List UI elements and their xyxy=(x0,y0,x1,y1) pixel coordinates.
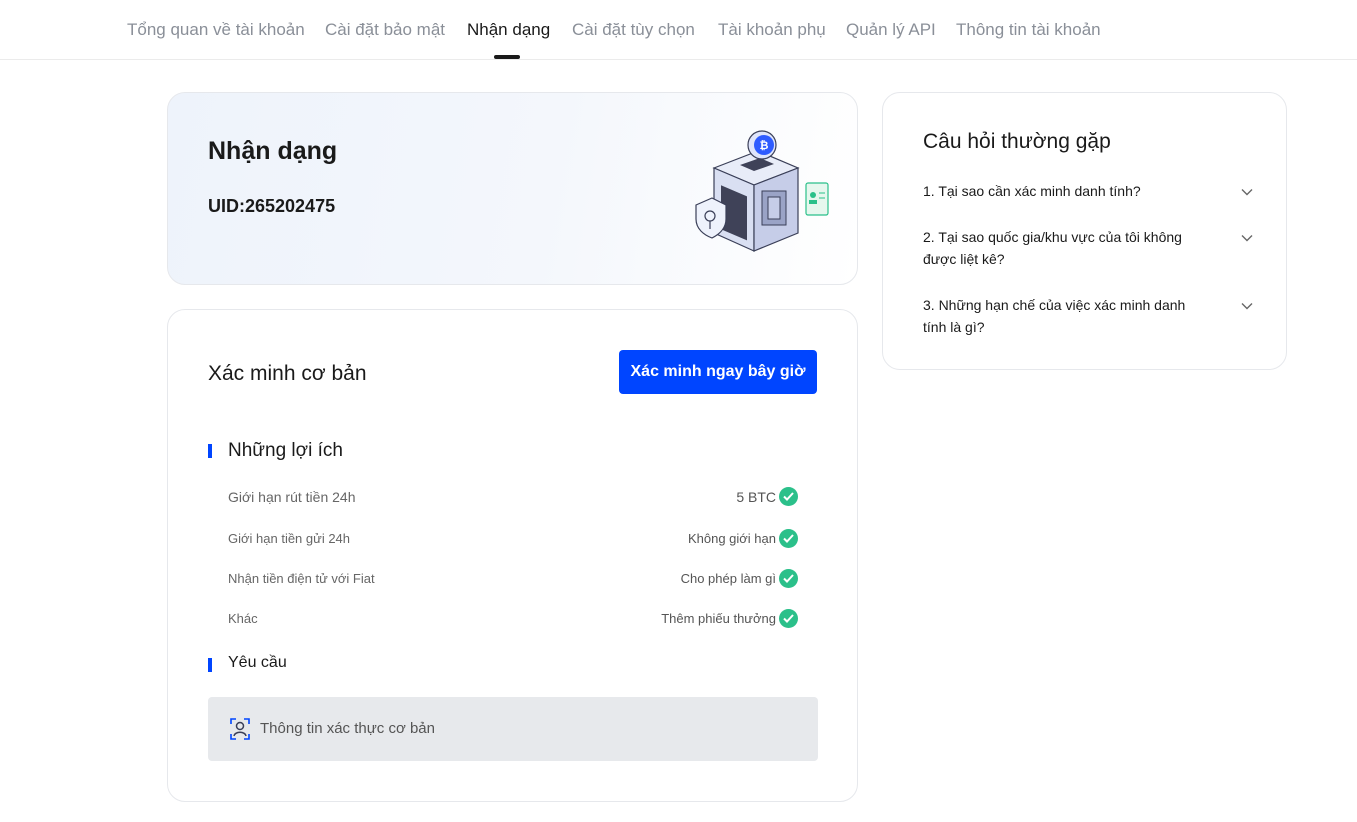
chevron-down-icon[interactable] xyxy=(1241,188,1253,196)
benefit-label: Nhận tiền điện tử với Fiat xyxy=(228,571,375,586)
tab-api-management[interactable]: Quản lý API xyxy=(846,20,936,40)
section-accent-bar xyxy=(208,658,212,672)
chevron-down-icon[interactable] xyxy=(1241,302,1253,310)
section-accent-bar xyxy=(208,444,212,458)
page-title: Nhận dạng xyxy=(208,137,338,165)
requirement-label: Thông tin xác thực cơ bản xyxy=(260,720,435,737)
benefit-value: Thêm phiếu thưởng xyxy=(661,611,776,626)
identity-header-card: Nhận dạng UID:265202475 ₿ xyxy=(167,92,858,285)
chevron-down-icon[interactable] xyxy=(1241,234,1253,242)
active-tab-indicator xyxy=(494,55,520,59)
faq-question: 3. Những hạn chế của việc xác minh danh … xyxy=(923,297,1186,335)
benefits-heading: Những lợi ích xyxy=(208,440,508,464)
basic-verification-card: Xác minh cơ bản Xác minh ngay bây giờ Nh… xyxy=(167,309,858,802)
check-icon xyxy=(779,529,798,548)
verification-title: Xác minh cơ bản xyxy=(208,362,367,385)
face-scan-icon xyxy=(230,718,250,740)
benefit-row: Nhận tiền điện tử với Fiat Cho phép làm … xyxy=(228,567,798,591)
account-tabs: Tổng quan về tài khoản Cài đặt bảo mật N… xyxy=(0,0,1357,60)
faq-item[interactable]: 2. Tại sao quốc gia/khu vực của tôi khôn… xyxy=(923,226,1253,270)
benefit-value: Không giới hạn xyxy=(687,531,776,546)
benefit-value: Cho phép làm gì xyxy=(680,571,776,586)
tab-account-info[interactable]: Thông tin tài khoản xyxy=(956,20,1101,40)
faq-question: 1. Tại sao cần xác minh danh tính? xyxy=(923,183,1141,199)
benefit-value: 5 BTC xyxy=(736,489,776,505)
requirement-item: Thông tin xác thực cơ bản xyxy=(208,697,818,761)
faq-item[interactable]: 1. Tại sao cần xác minh danh tính? xyxy=(923,180,1253,202)
requirements-heading-label: Yêu cầu xyxy=(228,654,287,671)
check-icon xyxy=(779,487,798,506)
check-icon xyxy=(779,609,798,628)
faq-card: Câu hỏi thường gặp 1. Tại sao cần xác mi… xyxy=(882,92,1287,370)
tab-preferences[interactable]: Cài đặt tùy chọn xyxy=(572,20,695,40)
benefit-label: Giới hạn tiền gửi 24h xyxy=(228,531,351,546)
tab-security-settings[interactable]: Cài đặt bảo mật xyxy=(325,20,445,40)
benefit-label: Khác xyxy=(228,611,258,626)
verify-now-button[interactable]: Xác minh ngay bây giờ xyxy=(619,350,817,394)
tab-sub-accounts[interactable]: Tài khoản phụ xyxy=(718,20,826,40)
requirements-heading: Yêu cầu xyxy=(208,654,508,678)
benefit-row: Giới hạn tiền gửi 24h Không giới hạn xyxy=(228,527,798,551)
check-icon xyxy=(779,569,798,588)
benefit-row: Khác Thêm phiếu thưởng xyxy=(228,607,798,631)
benefits-heading-label: Những lợi ích xyxy=(228,440,343,461)
faq-item[interactable]: 3. Những hạn chế của việc xác minh danh … xyxy=(923,294,1253,338)
faq-question: 2. Tại sao quốc gia/khu vực của tôi khôn… xyxy=(923,229,1182,267)
benefit-label: Giới hạn rút tiền 24h xyxy=(228,489,356,505)
benefit-row: Giới hạn rút tiền 24h 5 BTC xyxy=(228,485,798,509)
svg-text:₿: ₿ xyxy=(760,139,769,152)
user-uid: UID:265202475 xyxy=(208,196,336,216)
identity-box-illustration: ₿ xyxy=(695,130,829,252)
faq-title: Câu hỏi thường gặp xyxy=(923,130,1111,153)
tab-identity[interactable]: Nhận dạng xyxy=(467,20,550,40)
tab-account-overview[interactable]: Tổng quan về tài khoản xyxy=(127,20,305,40)
